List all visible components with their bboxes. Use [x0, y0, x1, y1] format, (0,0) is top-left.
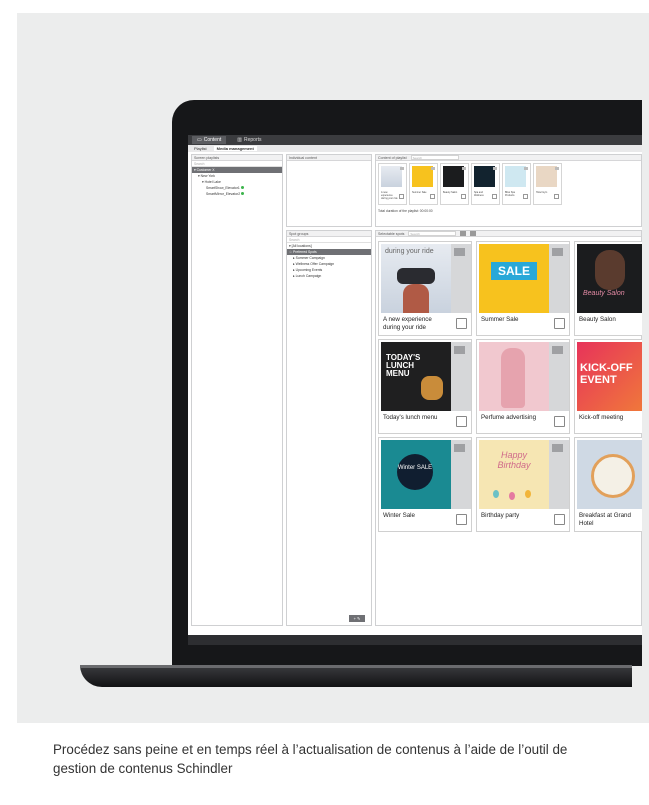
- playlist-thumb[interactable]: A new experience during your ride: [378, 163, 407, 205]
- spot-image: Winter SALE: [381, 440, 451, 509]
- folder-icon: ▭: [197, 137, 202, 143]
- checkbox[interactable]: [554, 318, 565, 329]
- checkbox[interactable]: [456, 514, 467, 525]
- tab-reports[interactable]: ▥ Reports: [232, 136, 266, 144]
- spot-image: KICK-OFF EVENT: [577, 342, 642, 411]
- spot-image: during your ride: [381, 244, 451, 313]
- sub-tabs: Playlist Media management: [188, 145, 642, 152]
- spot-image: SALE: [479, 244, 549, 313]
- playlist-strip: A new experience during your ride Summer…: [378, 163, 562, 205]
- content-of-playlist-panel: Content of playlist Search A new experie…: [375, 154, 642, 227]
- online-status-icon: [240, 186, 244, 189]
- media-icon: [454, 248, 465, 256]
- screen-playlists-panel: Screen playlists Search ▾ Customer X ▾ N…: [191, 154, 283, 626]
- chart-icon: ▥: [237, 137, 242, 143]
- panel-header: Content of playlist Search: [376, 155, 641, 161]
- checkbox[interactable]: [399, 194, 404, 199]
- media-icon: [524, 167, 528, 170]
- selectable-spots-panel: Selectable spots Search during your ride…: [375, 230, 642, 626]
- tab-content[interactable]: ▭ Content: [192, 136, 227, 144]
- checkbox[interactable]: [456, 416, 467, 427]
- online-status-icon: [241, 192, 245, 195]
- playlist-thumb[interactable]: Summer Sale: [409, 163, 438, 205]
- checkbox[interactable]: [554, 514, 565, 525]
- spot-card[interactable]: TODAY'S LUNCH MENU Today's lunch menu: [378, 339, 472, 434]
- group-item[interactable]: ▸ Lunch Campaign: [287, 273, 371, 279]
- checkbox[interactable]: [523, 194, 528, 199]
- media-icon: [552, 248, 563, 256]
- playlist-thumb[interactable]: Hotel Gym: [533, 163, 562, 205]
- spot-card[interactable]: Happy Birthday Birthday party: [476, 437, 570, 532]
- checkbox[interactable]: [430, 194, 435, 199]
- spots-search-input[interactable]: Search: [408, 231, 457, 236]
- checkbox[interactable]: [554, 416, 565, 427]
- media-icon: [431, 167, 435, 170]
- media-icon: [454, 444, 465, 452]
- spot-image: Happy Birthday: [479, 440, 549, 509]
- media-icon: [400, 167, 404, 170]
- spot-card[interactable]: Beauty Salon Beauty Salon: [574, 241, 642, 336]
- filter-icon[interactable]: [470, 231, 477, 236]
- media-icon: [552, 346, 563, 354]
- media-icon: [555, 167, 559, 170]
- spot-card[interactable]: SALE Summer Sale: [476, 241, 570, 336]
- playlist-content-search-input[interactable]: Search: [410, 155, 459, 160]
- panel-header: Individual content: [287, 155, 371, 161]
- individual-content-panel: Individual content: [286, 154, 372, 227]
- total-duration: Total duration of the playlist: 00:00:00: [378, 209, 433, 213]
- spot-card[interactable]: Perfume advertising: [476, 339, 570, 434]
- laptop: ▭ Content ▥ Reports Playlist Media manag…: [172, 100, 642, 666]
- spot-image: [479, 342, 549, 411]
- add-group-button[interactable]: + ✎: [349, 615, 365, 622]
- checkbox[interactable]: [461, 194, 466, 199]
- media-icon: [552, 444, 563, 452]
- spot-image: Beauty Salon: [577, 244, 642, 313]
- checkbox[interactable]: [456, 318, 467, 329]
- view-toggle-icon[interactable]: [460, 231, 467, 236]
- checkbox[interactable]: [554, 194, 559, 199]
- checkbox[interactable]: [492, 194, 497, 199]
- spot-card[interactable]: during your ride A new experience during…: [378, 241, 472, 336]
- tree-item-screen-2[interactable]: SmartMirror_Elevator2: [192, 191, 282, 197]
- spot-image: [577, 440, 642, 509]
- panel-header: Selectable spots Search: [376, 231, 641, 237]
- playlist-thumb[interactable]: Bliss Spa Products: [502, 163, 531, 205]
- caption: Procédez sans peine et en temps réel à l…: [53, 742, 568, 776]
- spot-card[interactable]: KICK-OFF EVENT Kick-off meeting: [574, 339, 642, 434]
- media-icon: [462, 167, 466, 170]
- media-icon: [454, 346, 465, 354]
- laptop-base: [80, 665, 632, 687]
- app-screen: ▭ Content ▥ Reports Playlist Media manag…: [188, 135, 642, 635]
- spot-card[interactable]: Breakfast at Grand Hotel: [574, 437, 642, 532]
- playlist-thumb[interactable]: Spa and Wellness: [471, 163, 500, 205]
- subtab-media-management[interactable]: Media management: [213, 146, 257, 151]
- playlist-thumb[interactable]: Beauty Salon: [440, 163, 469, 205]
- media-icon: [493, 167, 497, 170]
- subtab-playlist[interactable]: Playlist: [191, 146, 210, 151]
- spot-image: TODAY'S LUNCH MENU: [381, 342, 451, 411]
- main-tabs: ▭ Content ▥ Reports: [188, 135, 642, 145]
- spot-groups-panel: Spot groups Search ▾ [All locations] ☆ P…: [286, 230, 372, 626]
- spot-card[interactable]: Winter SALE Winter Sale: [378, 437, 472, 532]
- screen-bezel-bottom: [188, 635, 642, 645]
